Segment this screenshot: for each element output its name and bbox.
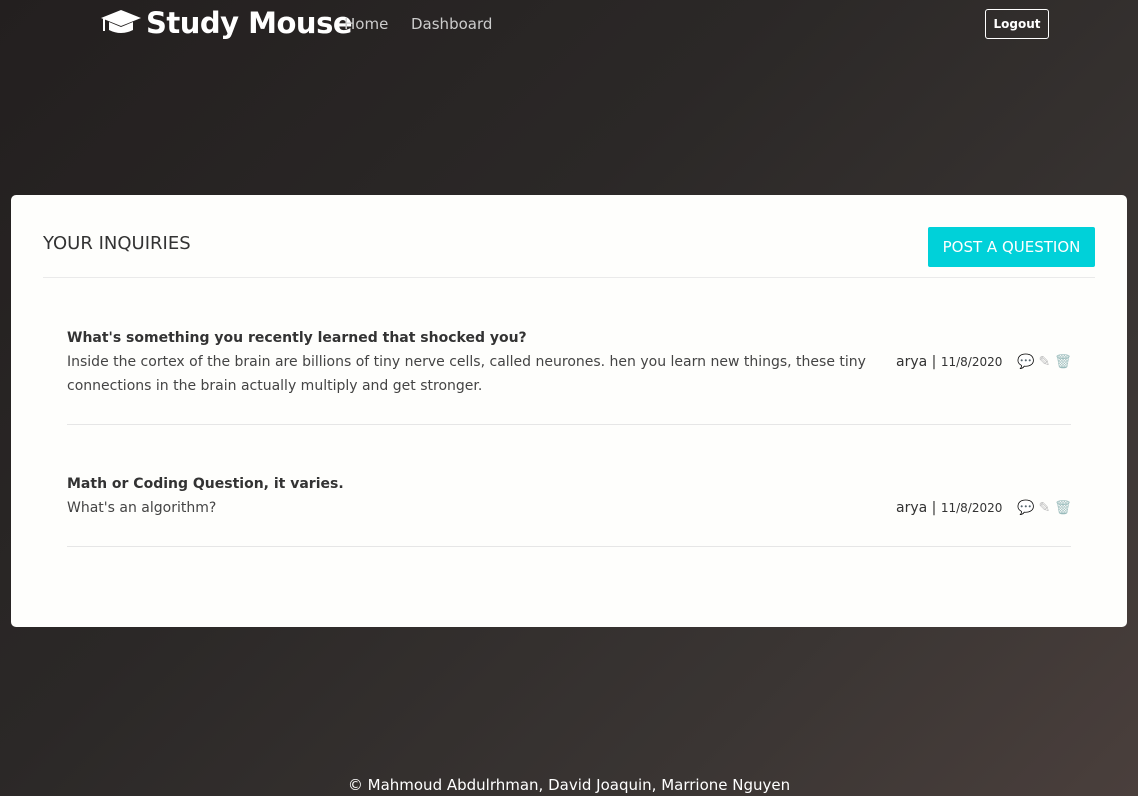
date: 11/8/2020 — [940, 501, 1003, 515]
question-title[interactable]: Math or Coding Question, it varies. — [67, 476, 1071, 492]
edit-icon[interactable]: ✎ — [1038, 500, 1050, 516]
nav-home[interactable]: Home — [344, 15, 388, 33]
comments-icon[interactable]: 💬 — [1017, 354, 1034, 370]
question-title[interactable]: What's something you recently learned th… — [67, 330, 1071, 346]
author: arya — [896, 500, 928, 516]
logout-button[interactable]: Logout — [985, 9, 1049, 39]
trash-icon[interactable]: 🗑 — [1054, 354, 1072, 370]
question-body: What's an algorithm? — [67, 500, 217, 516]
date: 11/8/2020 — [940, 355, 1003, 369]
nav-dashboard[interactable]: Dashboard — [411, 15, 492, 33]
inquiries-card: YOUR INQUIRIES POST A QUESTION What's so… — [11, 195, 1127, 627]
page-title: YOUR INQUIRIES — [43, 233, 191, 254]
edit-icon[interactable]: ✎ — [1038, 354, 1050, 370]
divider — [43, 277, 1095, 278]
navbar: Study Mouse Home Dashboard Logout — [0, 0, 1138, 50]
brand-link[interactable]: Study Mouse — [100, 6, 353, 40]
brand-name: Study Mouse — [146, 6, 353, 40]
list-item: Math or Coding Question, it varies. What… — [67, 476, 1072, 547]
trash-icon[interactable]: 🗑 — [1054, 500, 1072, 516]
question-meta: arya | 11/8/2020 — [896, 500, 1003, 516]
question-body: Inside the cortex of the brain are billi… — [67, 354, 866, 394]
list-item: What's something you recently learned th… — [67, 330, 1072, 425]
question-meta: arya | 11/8/2020 — [896, 354, 1003, 370]
post-question-button[interactable]: POST A QUESTION — [928, 227, 1095, 267]
comments-icon[interactable]: 💬 — [1017, 500, 1034, 516]
footer: © Mahmoud Abdulrhman, David Joaquin, Mar… — [347, 776, 791, 794]
graduation-cap-icon — [101, 10, 141, 33]
author: arya — [896, 354, 928, 370]
